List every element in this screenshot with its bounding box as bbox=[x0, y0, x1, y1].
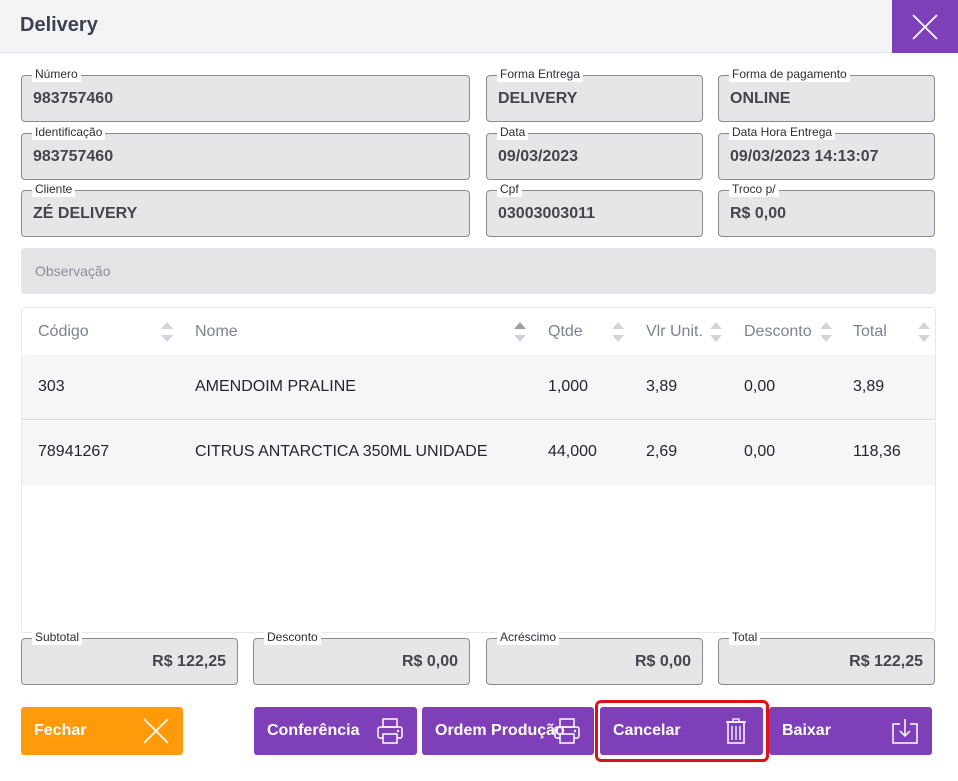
column-header-qtde[interactable]: Qtde bbox=[548, 323, 583, 341]
modal-header: Delivery bbox=[0, 0, 958, 53]
forma-pagamento-value: ONLINE bbox=[730, 89, 791, 107]
table-row[interactable]: 78941267 CITRUS ANTARCTICA 350ML UNIDADE… bbox=[22, 421, 935, 485]
sort-icon[interactable] bbox=[918, 321, 930, 343]
cell-desconto: 0,00 bbox=[744, 443, 776, 460]
data-value: 09/03/2023 bbox=[498, 147, 579, 165]
sort-icon[interactable] bbox=[612, 321, 624, 343]
column-header-total[interactable]: Total bbox=[853, 323, 887, 341]
close-icon bbox=[143, 718, 169, 744]
cell-qtde: 1,000 bbox=[548, 378, 589, 395]
subtotal-label: Subtotal bbox=[32, 630, 83, 645]
acrescimo-label: Acréscimo bbox=[497, 630, 560, 645]
sort-icon[interactable] bbox=[820, 321, 832, 343]
cell-total: 3,89 bbox=[853, 378, 885, 395]
baixar-label: Baixar bbox=[782, 722, 831, 739]
cell-total: 118,36 bbox=[853, 443, 901, 460]
trash-icon bbox=[726, 718, 746, 744]
column-header-desconto[interactable]: Desconto bbox=[744, 323, 812, 341]
printer-icon bbox=[554, 718, 580, 744]
sort-icon[interactable] bbox=[710, 321, 722, 343]
sort-ascending-icon[interactable] bbox=[514, 321, 526, 343]
close-button[interactable] bbox=[892, 0, 958, 53]
cliente-field[interactable]: Cliente ZÉ DELIVERY bbox=[21, 182, 470, 237]
total-value: R$ 122,25 bbox=[849, 652, 923, 670]
forma-entrega-value: DELIVERY bbox=[498, 89, 578, 107]
observacao-placeholder: Observação bbox=[35, 263, 111, 279]
table-header: Código Nome Qtde Vlr Unit. Desconto Tota… bbox=[22, 308, 935, 355]
cell-nome: CITRUS ANTARCTICA 350ML UNIDADE bbox=[195, 443, 488, 460]
cell-qtde: 44,000 bbox=[548, 443, 597, 460]
acrescimo-field: Acréscimo R$ 0,00 bbox=[486, 630, 703, 685]
identificacao-value: 983757460 bbox=[33, 147, 114, 165]
fechar-label: Fechar bbox=[34, 722, 87, 739]
cancelar-label: Cancelar bbox=[613, 722, 681, 739]
numero-value: 983757460 bbox=[33, 89, 114, 107]
cell-vlr-unit: 2,69 bbox=[646, 443, 678, 460]
baixar-button[interactable]: Baixar bbox=[769, 707, 932, 755]
forma-entrega-field[interactable]: Forma Entrega DELIVERY bbox=[486, 67, 703, 122]
table-row[interactable]: 303 AMENDOIM PRALINE 1,000 3,89 0,00 3,8… bbox=[22, 356, 935, 420]
cell-desconto: 0,00 bbox=[744, 378, 776, 395]
cell-codigo: 303 bbox=[38, 378, 65, 395]
column-header-codigo[interactable]: Código bbox=[38, 323, 89, 341]
desconto-label: Desconto bbox=[264, 630, 321, 645]
total-field: Total R$ 122,25 bbox=[718, 630, 935, 685]
troco-field[interactable]: Troco p/ R$ 0,00 bbox=[718, 182, 935, 237]
identificacao-field[interactable]: Identificação 983757460 bbox=[21, 125, 470, 180]
cpf-value: 03003003011 bbox=[498, 204, 595, 222]
ordem-producao-label: Ordem Produção bbox=[435, 722, 565, 739]
acrescimo-value: R$ 0,00 bbox=[634, 652, 691, 670]
cell-nome: AMENDOIM PRALINE bbox=[195, 378, 356, 395]
subtotal-field: Subtotal R$ 122,25 bbox=[21, 630, 238, 685]
troco-value: R$ 0,00 bbox=[730, 204, 787, 222]
desconto-value: R$ 0,00 bbox=[401, 652, 458, 670]
cell-vlr-unit: 3,89 bbox=[646, 378, 678, 395]
cliente-value: ZÉ DELIVERY bbox=[33, 204, 138, 222]
forma-pagamento-field[interactable]: Forma de pagamento ONLINE bbox=[718, 67, 935, 122]
items-table: Código Nome Qtde Vlr Unit. Desconto Tota… bbox=[21, 307, 936, 633]
modal-title: Delivery bbox=[20, 14, 98, 36]
ordem-producao-button[interactable]: Ordem Produção bbox=[422, 707, 594, 755]
observacao-input[interactable]: Observação bbox=[21, 248, 936, 294]
total-label: Total bbox=[729, 630, 761, 645]
cpf-field[interactable]: Cpf 03003003011 bbox=[486, 182, 703, 237]
column-header-vlr-unit[interactable]: Vlr Unit. bbox=[646, 323, 703, 341]
data-field[interactable]: Data 09/03/2023 bbox=[486, 125, 703, 180]
conferencia-button[interactable]: Conferência bbox=[254, 707, 417, 755]
desconto-field: Desconto R$ 0,00 bbox=[253, 630, 470, 685]
cancelar-button[interactable]: Cancelar bbox=[600, 707, 763, 755]
cell-codigo: 78941267 bbox=[38, 443, 110, 460]
data-hora-entrega-value: 09/03/2023 14:13:07 bbox=[730, 147, 879, 165]
data-hora-entrega-field[interactable]: Data Hora Entrega 09/03/2023 14:13:07 bbox=[718, 125, 935, 180]
column-header-nome[interactable]: Nome bbox=[195, 323, 238, 341]
download-icon bbox=[892, 719, 918, 744]
close-icon bbox=[912, 13, 938, 40]
printer-icon bbox=[377, 718, 403, 744]
subtotal-value: R$ 122,25 bbox=[152, 652, 226, 670]
numero-field[interactable]: Número 983757460 bbox=[21, 67, 470, 122]
sort-icon[interactable] bbox=[161, 321, 173, 343]
fechar-button[interactable]: Fechar bbox=[21, 707, 183, 755]
conferencia-label: Conferência bbox=[267, 722, 360, 739]
